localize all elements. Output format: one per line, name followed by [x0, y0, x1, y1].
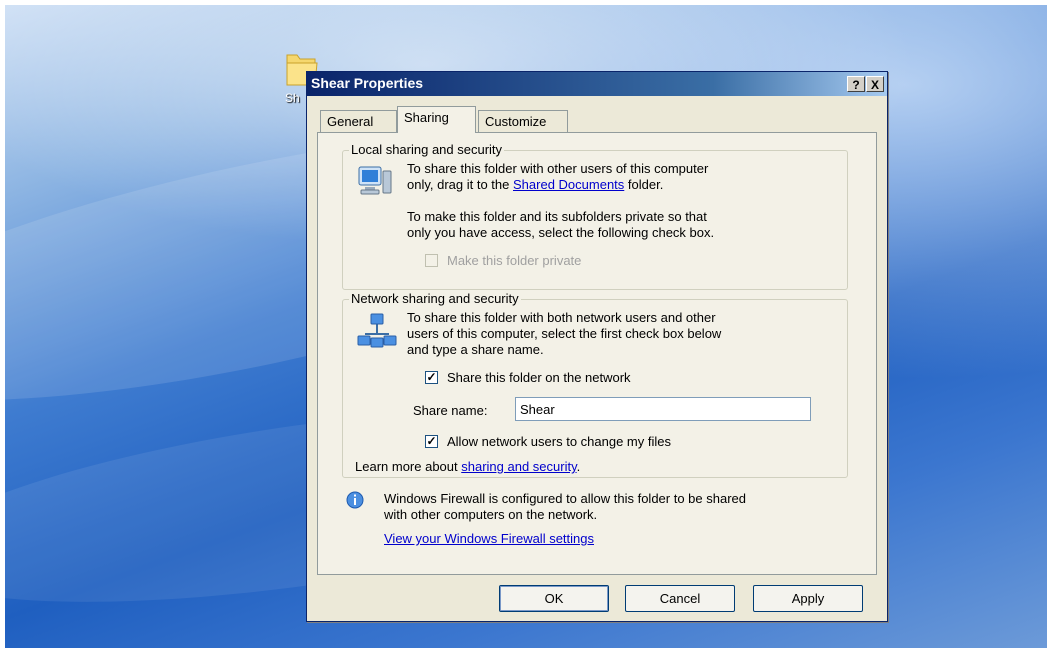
help-button[interactable]: ?: [847, 76, 865, 92]
sharing-security-link[interactable]: sharing and security: [461, 459, 576, 474]
tab-general[interactable]: General: [320, 110, 397, 132]
firewall-text-line2: with other computers on the network.: [384, 507, 598, 522]
share-checkbox[interactable]: ✓: [425, 371, 438, 384]
apply-button[interactable]: Apply: [753, 585, 863, 612]
firewall-text-line1: Windows Firewall is configured to allow …: [384, 491, 747, 506]
local-text-line2: only, drag it to the Shared Documents fo…: [407, 177, 663, 193]
folder-label[interactable]: Sh: [285, 91, 300, 105]
local-text-suffix: folder.: [624, 177, 664, 192]
tab-customize[interactable]: Customize: [478, 110, 568, 132]
allow-change-checkbox-label: Allow network users to change my files: [447, 434, 671, 449]
dialog-title: Shear Properties: [311, 75, 424, 91]
private-text-line1: To make this folder and its subfolders p…: [407, 209, 707, 224]
share-name-label: Share name:: [413, 403, 488, 418]
tab-sharing[interactable]: Sharing: [397, 106, 476, 133]
learn-more-text: Learn more about sharing and security.: [355, 459, 580, 475]
cancel-button[interactable]: Cancel: [625, 585, 735, 612]
private-checkbox[interactable]: [425, 254, 438, 267]
share-name-input[interactable]: [515, 397, 811, 421]
network-text-line1: To share this folder with both network u…: [407, 310, 716, 325]
local-text-line1: To share this folder with other users of…: [407, 161, 709, 176]
ok-button[interactable]: OK: [499, 585, 609, 612]
allow-change-checkbox[interactable]: ✓: [425, 435, 438, 448]
share-checkbox-label: Share this folder on the network: [447, 370, 631, 385]
network-sharing-legend: Network sharing and security: [349, 291, 521, 306]
network-sharing-group: Network sharing and security To share th…: [342, 291, 848, 478]
network-text-line3: and type a share name.: [407, 342, 544, 357]
local-sharing-group: Local sharing and security To share this…: [342, 142, 848, 290]
learn-more-prefix: Learn more about: [355, 459, 462, 474]
shared-documents-link[interactable]: Shared Documents: [513, 177, 624, 192]
firewall-settings-link[interactable]: View your Windows Firewall settings: [384, 531, 594, 547]
local-sharing-legend: Local sharing and security: [349, 142, 505, 157]
local-text-prefix: only, drag it to the: [407, 177, 513, 192]
private-checkbox-label: Make this folder private: [447, 253, 582, 268]
computer-icon: [357, 163, 393, 199]
close-button[interactable]: X: [866, 76, 884, 92]
properties-dialog: Shear Properties ? X General Sharing Cus…: [306, 71, 888, 622]
info-icon: [346, 491, 364, 509]
network-text-line2: users of this computer, select the first…: [407, 326, 722, 341]
learn-more-suffix: .: [576, 459, 581, 474]
private-text-line2: only you have access, select the followi…: [407, 225, 715, 240]
sharing-panel: Local sharing and security To share this…: [317, 132, 877, 575]
network-icon: [357, 312, 397, 352]
title-bar[interactable]: Shear Properties ? X: [307, 72, 887, 96]
